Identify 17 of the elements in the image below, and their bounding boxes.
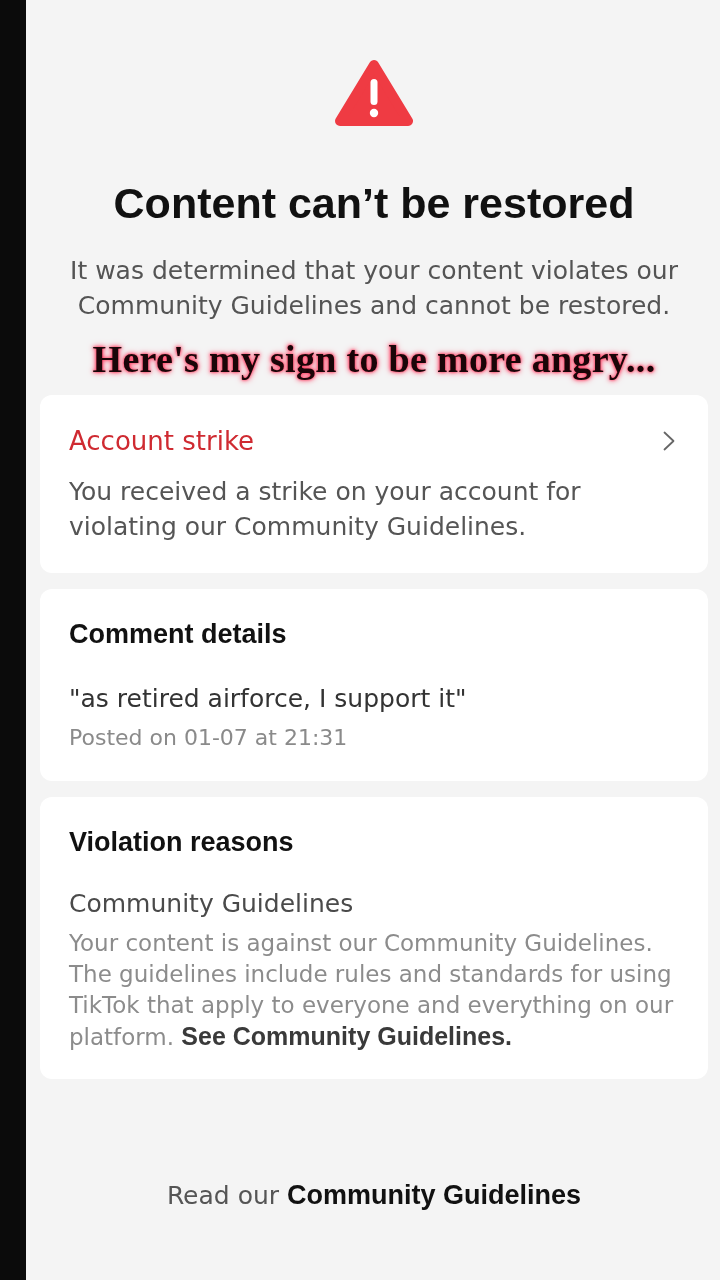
caption-overlay: Here's my sign to be more angry... bbox=[92, 337, 656, 381]
page-message: It was determined that your content violates our Community Guidelines and cannot be restored. bbox=[69, 255, 679, 322]
card-title: Account strike bbox=[69, 425, 255, 458]
comment-timestamp: Posted on 01-07 at 21:31 bbox=[69, 724, 349, 752]
comment-quote: "as retired airforce, I support it" bbox=[69, 683, 468, 715]
card-title: Violation reasons bbox=[69, 826, 295, 859]
guidelines-link[interactable]: Community Guidelines bbox=[287, 1178, 582, 1213]
warning-icon bbox=[335, 59, 413, 127]
chevron-right-icon bbox=[663, 431, 675, 451]
strike-card[interactable]: Account strike You received a strike on your account for violating our Community Guidelines. bbox=[40, 395, 708, 573]
reason-description: Your content is against our Community Guidelines. The guidelines include rules and standards for using TikTok that apply to everyone and everything on our platform. See Community Guidelines. bbox=[69, 929, 675, 1052]
guidelines-link[interactable]: See Community Guidelines. bbox=[181, 1022, 512, 1050]
reason-name: Community Guidelines bbox=[69, 888, 355, 920]
card-description: You received a strike on your account for violating our Community Guidelines. bbox=[69, 476, 582, 543]
footer-text: Read our bbox=[166, 1180, 280, 1212]
page-title: Content can’t be restored bbox=[113, 178, 635, 228]
card-title: Comment details bbox=[69, 618, 288, 651]
